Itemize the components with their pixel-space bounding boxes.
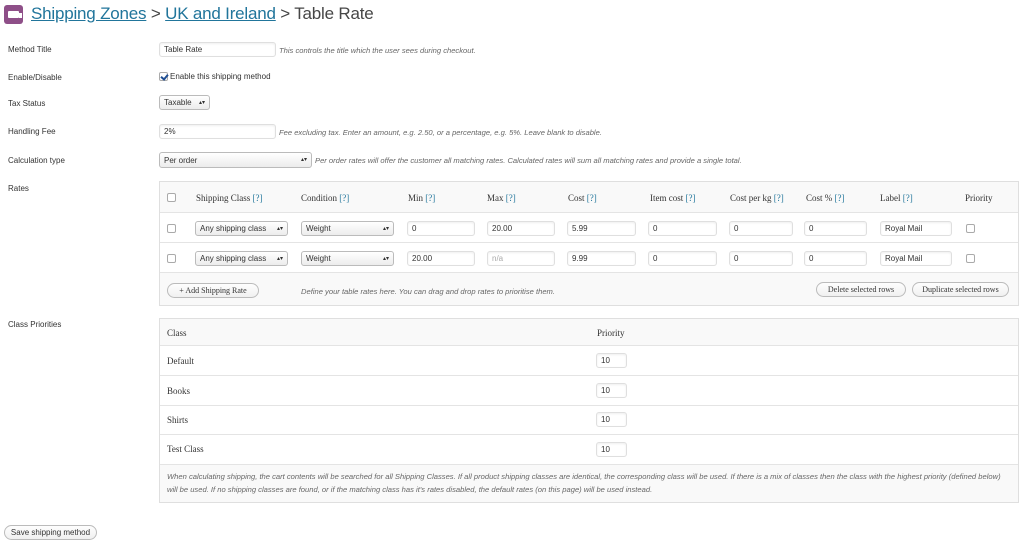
cost-input[interactable]: 5.99	[567, 221, 636, 236]
page-header: Shipping Zones > UK and Ireland > Table …	[4, 3, 374, 25]
help-link[interactable]: [?]	[686, 193, 696, 203]
cost-percent-input[interactable]: 0	[804, 251, 867, 266]
class-row: Shirts 10	[160, 405, 1018, 434]
col-max: Max [?]	[487, 193, 516, 203]
tax-status-label: Tax Status	[8, 99, 46, 108]
handling-fee-input[interactable]: 2%	[159, 124, 276, 139]
rates-table: Shipping Class [?] Condition [?] Min [?]…	[159, 181, 1019, 306]
add-shipping-rate-button[interactable]: + Add Shipping Rate	[167, 283, 259, 298]
shipping-class-select[interactable]: Any shipping class ▴▾	[195, 221, 288, 236]
shipping-class-select[interactable]: Any shipping class ▴▾	[195, 251, 288, 266]
item-cost-input[interactable]: 0	[648, 251, 717, 266]
help-link[interactable]: [?]	[339, 193, 349, 203]
class-row: Test Class 10	[160, 434, 1018, 464]
col-priority: Priority	[597, 328, 625, 338]
priority-checkbox[interactable]	[966, 224, 975, 233]
enable-label: Enable/Disable	[8, 73, 62, 82]
min-input[interactable]: 0	[407, 221, 475, 236]
class-name: Test Class	[167, 444, 204, 454]
cost-per-kg-input[interactable]: 0	[729, 221, 793, 236]
calc-type-label: Calculation type	[8, 156, 65, 165]
duplicate-selected-rows-button[interactable]: Duplicate selected rows	[912, 282, 1009, 297]
help-link[interactable]: [?]	[903, 193, 913, 203]
col-item-cost: Item cost [?]	[650, 193, 696, 203]
col-label: Label [?]	[880, 193, 913, 203]
calc-type-desc: Per order rates will offer the customer …	[315, 156, 742, 165]
select-arrows-icon: ▴▾	[276, 255, 283, 262]
method-title-label: Method Title	[8, 45, 52, 54]
label-input[interactable]: Royal Mail	[880, 251, 952, 266]
method-title-input[interactable]: Table Rate	[159, 42, 276, 57]
class-priority-input[interactable]: 10	[596, 353, 627, 368]
enable-checkbox-label: Enable this shipping method	[170, 72, 271, 81]
tax-status-select[interactable]: Taxable ▴▾	[159, 95, 210, 110]
save-shipping-method-button[interactable]: Save shipping method	[4, 525, 97, 540]
breadcrumb-shipping-zones[interactable]: Shipping Zones	[31, 4, 147, 23]
max-input[interactable]: n/a	[487, 251, 555, 266]
class-row: Books 10	[160, 375, 1018, 405]
min-input[interactable]: 20.00	[407, 251, 475, 266]
select-arrows-icon: ▴▾	[198, 99, 205, 106]
enable-checkbox[interactable]	[159, 72, 168, 81]
col-class: Class	[167, 328, 187, 338]
rates-label: Rates	[8, 184, 29, 193]
calc-type-select[interactable]: Per order ▴▾	[159, 152, 312, 168]
help-link[interactable]: [?]	[506, 193, 516, 203]
class-priority-input[interactable]: 10	[596, 383, 627, 398]
row-select-checkbox[interactable]	[167, 224, 176, 233]
rate-row[interactable]: Any shipping class ▴▾ Weight ▴▾ 20.00 n/a …	[160, 242, 1018, 272]
enable-row: Enable this shipping method	[159, 72, 271, 81]
class-priority-input[interactable]: 10	[596, 412, 627, 427]
rate-row[interactable]: Any shipping class ▴▾ Weight ▴▾ 0 20.00 5.…	[160, 212, 1018, 242]
label-input[interactable]: Royal Mail	[880, 221, 952, 236]
class-name: Default	[167, 356, 194, 366]
col-shipping-class: Shipping Class [?]	[196, 193, 263, 203]
help-link[interactable]: [?]	[587, 193, 597, 203]
handling-fee-label: Handling Fee	[8, 127, 56, 136]
help-link[interactable]: [?]	[835, 193, 845, 203]
col-cost-per-kg: Cost per kg [?]	[730, 193, 784, 203]
col-condition: Condition [?]	[301, 193, 350, 203]
item-cost-input[interactable]: 0	[648, 221, 717, 236]
class-name: Books	[167, 386, 191, 396]
breadcrumb-zone[interactable]: UK and Ireland	[165, 4, 276, 23]
help-link[interactable]: [?]	[425, 193, 435, 203]
class-priority-input[interactable]: 10	[596, 442, 627, 457]
col-min: Min [?]	[408, 193, 436, 203]
condition-select[interactable]: Weight ▴▾	[301, 251, 394, 266]
rates-footer-desc: Define your table rates here. You can dr…	[301, 287, 555, 296]
help-link[interactable]: [?]	[774, 193, 784, 203]
select-arrows-icon: ▴▾	[382, 255, 389, 262]
breadcrumb-current: Table Rate	[294, 4, 374, 23]
col-priority: Priority	[965, 193, 993, 203]
handling-fee-desc: Fee excluding tax. Enter an amount, e.g.…	[279, 128, 602, 137]
cost-per-kg-input[interactable]: 0	[729, 251, 793, 266]
method-title-desc: This controls the title which the user s…	[279, 46, 476, 55]
select-all-checkbox[interactable]	[167, 193, 176, 202]
class-name: Shirts	[167, 415, 189, 425]
condition-select[interactable]: Weight ▴▾	[301, 221, 394, 236]
help-link[interactable]: [?]	[253, 193, 263, 203]
select-arrows-icon: ▴▾	[382, 225, 389, 232]
delete-selected-rows-button[interactable]: Delete selected rows	[816, 282, 906, 297]
priority-checkbox[interactable]	[966, 254, 975, 263]
select-arrows-icon: ▴▾	[276, 225, 283, 232]
class-priorities-table: Class Priority Default 10 Books 10 Shirt…	[159, 318, 1019, 503]
class-priorities-label: Class Priorities	[8, 320, 62, 329]
col-cost-percent: Cost % [?]	[806, 193, 845, 203]
row-select-checkbox[interactable]	[167, 254, 176, 263]
cost-input[interactable]: 9.99	[567, 251, 636, 266]
col-cost: Cost [?]	[568, 193, 597, 203]
class-priorities-note: When calculating shipping, the cart cont…	[167, 472, 1001, 494]
max-input[interactable]: 20.00	[487, 221, 555, 236]
class-row: Default 10	[160, 345, 1018, 375]
truck-icon	[4, 4, 23, 24]
cost-percent-input[interactable]: 0	[804, 221, 867, 236]
page-title: Shipping Zones > UK and Ireland > Table …	[31, 4, 374, 23]
select-arrows-icon: ▴▾	[300, 157, 307, 163]
